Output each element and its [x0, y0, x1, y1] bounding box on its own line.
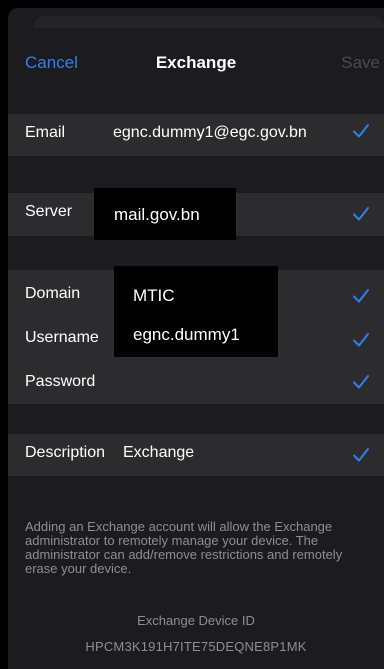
checkmark-icon — [353, 448, 369, 462]
device-id-value: HPCM3K191H7ITE75DEQNE8P1MK — [85, 639, 307, 654]
domain-field[interactable]: MTIC — [133, 286, 175, 306]
description-group: Description Exchange — [8, 434, 384, 476]
description-field[interactable]: Exchange — [123, 444, 194, 462]
email-row[interactable]: Email egnc.dummy1@egc.gov.bn — [8, 114, 384, 154]
nav-bar: Cancel Exchange Save — [8, 32, 384, 80]
domain-label: Domain — [25, 285, 81, 302]
device-id-label: Exchange Device ID — [137, 613, 255, 628]
username-label: Username — [25, 329, 99, 346]
email-group: Email egnc.dummy1@egc.gov.bn — [8, 114, 384, 156]
exchange-info-text: Adding an Exchange account will allow th… — [25, 519, 343, 576]
page-title: Exchange — [155, 53, 237, 72]
checkmark-icon — [353, 375, 369, 389]
password-label: Password — [25, 373, 96, 390]
sheet-stack-edge — [34, 16, 384, 28]
password-row[interactable]: Password — [8, 363, 384, 403]
description-row[interactable]: Description Exchange — [8, 434, 384, 474]
description-label: Description — [25, 444, 106, 461]
username-field[interactable]: egnc.dummy1 — [133, 325, 240, 345]
server-label: Server — [25, 203, 73, 220]
email-field[interactable]: egnc.dummy1@egc.gov.bn — [113, 124, 307, 142]
save-button[interactable]: Save — [341, 53, 380, 73]
checkmark-icon — [353, 124, 369, 138]
checkmark-icon — [353, 207, 369, 221]
domain-username-redaction: MTIC egnc.dummy1 — [114, 266, 278, 357]
checkmark-icon — [353, 333, 369, 347]
checkmark-icon — [353, 289, 369, 303]
email-label: Email — [25, 124, 66, 141]
exchange-settings-sheet: Cancel Exchange Save Email egnc.dummy1@e… — [8, 8, 384, 669]
server-field[interactable]: mail.gov.bn — [94, 188, 236, 240]
